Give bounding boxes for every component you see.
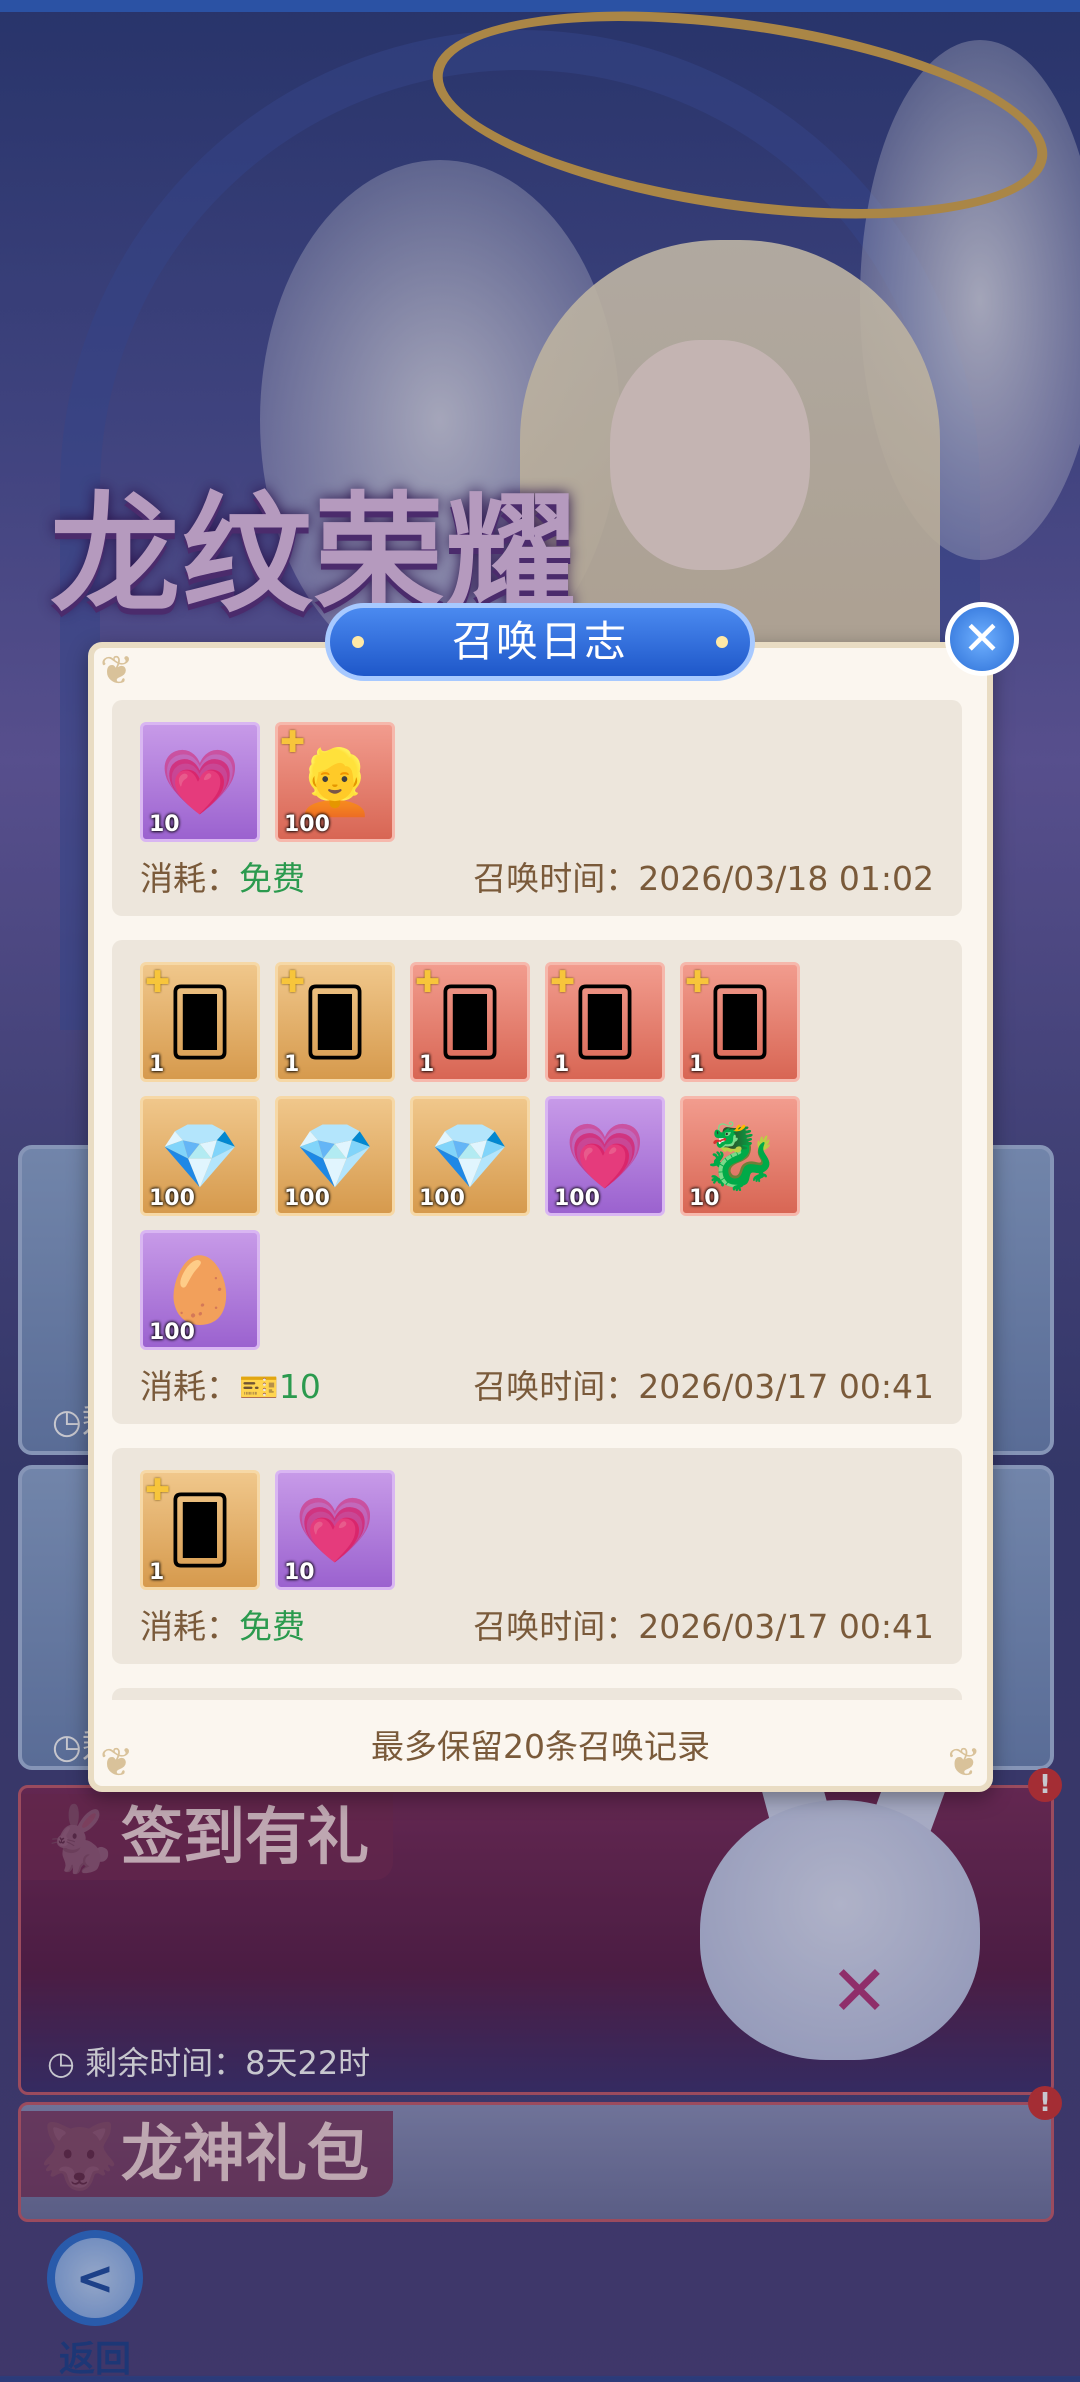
reward-item[interactable]: 💗 10 — [140, 722, 260, 842]
summon-record-meta: 消耗：免费 召唤时间：2026/03/17 00:41 — [140, 1600, 934, 1648]
cost-label: 消耗： — [140, 859, 239, 898]
reward-count: 10 — [149, 812, 180, 837]
summon-time: 召唤时间：2026/03/17 00:41 — [473, 1360, 934, 1408]
reward-item[interactable]: 💗 10 — [275, 1470, 395, 1590]
reward-item[interactable]: 🐉 10 — [680, 1096, 800, 1216]
summon-record-items: 💗 10 👱 ✚ 100 — [140, 722, 934, 842]
cost-label: 消耗： — [140, 1607, 239, 1646]
summon-record-items: 🂠 ✚ 1 💗 10 — [140, 1470, 934, 1590]
summon-cost: 消耗：🎫10 — [140, 1360, 321, 1408]
summon-record: 🂠 ✚ 1 🂠 ✚ 1 🂠 ✚ 1 🂠 ✚ 1 🂠 ✚ 1 💎 100 💎 100 💎 100 💗 100 🐉 10 🥚 100 消耗… — [112, 940, 962, 1424]
cost-value: 免费 — [239, 859, 305, 898]
log-limit-note: 最多保留20条召唤记录 — [371, 1727, 710, 1766]
reward-count: 1 — [149, 1560, 165, 1585]
reward-count: 1 — [149, 1052, 165, 1077]
reward-count: 1 — [284, 1052, 300, 1077]
fragment-puzzle-icon: ✚ — [550, 965, 576, 1000]
summon-log-list[interactable]: 💗 10 👱 ✚ 100 消耗：免费 召唤时间：2026/03/18 01:02 🂠 ✚ 1 🂠 ✚ 1… — [112, 700, 962, 1700]
reward-item[interactable]: 🂠 ✚ 1 — [275, 962, 395, 1082]
reward-item[interactable]: 🂠 ✚ 1 — [410, 962, 530, 1082]
fragment-puzzle-icon: ✚ — [685, 965, 711, 1000]
reward-item[interactable]: 🂠 ✚ 1 — [545, 962, 665, 1082]
fragment-puzzle-icon: ✚ — [145, 1473, 171, 1508]
close-icon: ✕ — [962, 611, 1002, 665]
close-button[interactable]: ✕ — [945, 602, 1019, 676]
summon-record-meta: 消耗：免费 召唤时间：2026/03/18 01:02 — [140, 852, 934, 900]
cost-value: 10 — [278, 1367, 321, 1406]
reward-count: 100 — [419, 1186, 465, 1211]
summon-record: 🂠 ✚ 1 💗 10 消耗：免费 召唤时间：2026/03/17 00:41 — [112, 1448, 962, 1664]
reward-item[interactable]: 💎 100 — [410, 1096, 530, 1216]
corner-ornament-icon: ❦ — [100, 648, 134, 694]
reward-item[interactable]: 🥚 100 — [140, 1230, 260, 1350]
reward-count: 100 — [554, 1186, 600, 1211]
summon-time: 召唤时间：2026/03/18 01:02 — [473, 852, 934, 900]
summon-ticket-icon: 🎫 — [239, 1368, 279, 1406]
summon-record: 💎150💗10消耗：🎫1召唤时间：2026/03/16 11:28 — [112, 1688, 962, 1700]
title-ornament-icon — [352, 636, 364, 648]
summon-record-items: 🂠 ✚ 1 🂠 ✚ 1 🂠 ✚ 1 🂠 ✚ 1 🂠 ✚ 1 💎 100 💎 100 💎 100 💗 100 🐉 10 🥚 100 — [140, 962, 934, 1350]
reward-count: 10 — [284, 1560, 315, 1585]
fragment-puzzle-icon: ✚ — [145, 965, 171, 1000]
reward-item[interactable]: 💎 100 — [140, 1096, 260, 1216]
reward-count: 100 — [284, 812, 330, 837]
time-label: 召唤时间： — [473, 1607, 639, 1646]
summon-record-meta: 消耗：🎫10 召唤时间：2026/03/17 00:41 — [140, 1360, 934, 1408]
summon-record: 💗 10 👱 ✚ 100 消耗：免费 召唤时间：2026/03/18 01:02 — [112, 700, 962, 916]
time-value: 2026/03/17 00:41 — [638, 1607, 934, 1646]
reward-count: 100 — [149, 1186, 195, 1211]
reward-count: 10 — [689, 1186, 720, 1211]
reward-count: 1 — [689, 1052, 705, 1077]
modal-title-bar: 召唤日志 — [325, 603, 755, 681]
modal-title: 召唤日志 — [451, 617, 628, 666]
summon-cost: 消耗：免费 — [140, 1600, 305, 1648]
reward-item[interactable]: 💗 100 — [545, 1096, 665, 1216]
reward-item[interactable]: 🂠 ✚ 1 — [140, 1470, 260, 1590]
reward-count: 1 — [419, 1052, 435, 1077]
time-label: 召唤时间： — [473, 859, 639, 898]
reward-item[interactable]: 🂠 ✚ 1 — [680, 962, 800, 1082]
reward-count: 1 — [554, 1052, 570, 1077]
time-value: 2026/03/17 00:41 — [638, 1367, 934, 1406]
reward-item[interactable]: 🂠 ✚ 1 — [140, 962, 260, 1082]
time-label: 召唤时间： — [473, 1367, 639, 1406]
title-ornament-icon — [716, 636, 728, 648]
fragment-puzzle-icon: ✚ — [280, 725, 306, 760]
reward-item[interactable]: 👱 ✚ 100 — [275, 722, 395, 842]
fragment-puzzle-icon: ✚ — [415, 965, 441, 1000]
summon-time: 召唤时间：2026/03/17 00:41 — [473, 1600, 934, 1648]
reward-count: 100 — [284, 1186, 330, 1211]
cost-value: 免费 — [239, 1607, 305, 1646]
time-value: 2026/03/18 01:02 — [638, 859, 934, 898]
reward-item[interactable]: 💎 100 — [275, 1096, 395, 1216]
reward-count: 100 — [149, 1320, 195, 1345]
cost-label: 消耗： — [140, 1367, 239, 1406]
fragment-puzzle-icon: ✚ — [280, 965, 306, 1000]
summon-cost: 消耗：免费 — [140, 852, 305, 900]
